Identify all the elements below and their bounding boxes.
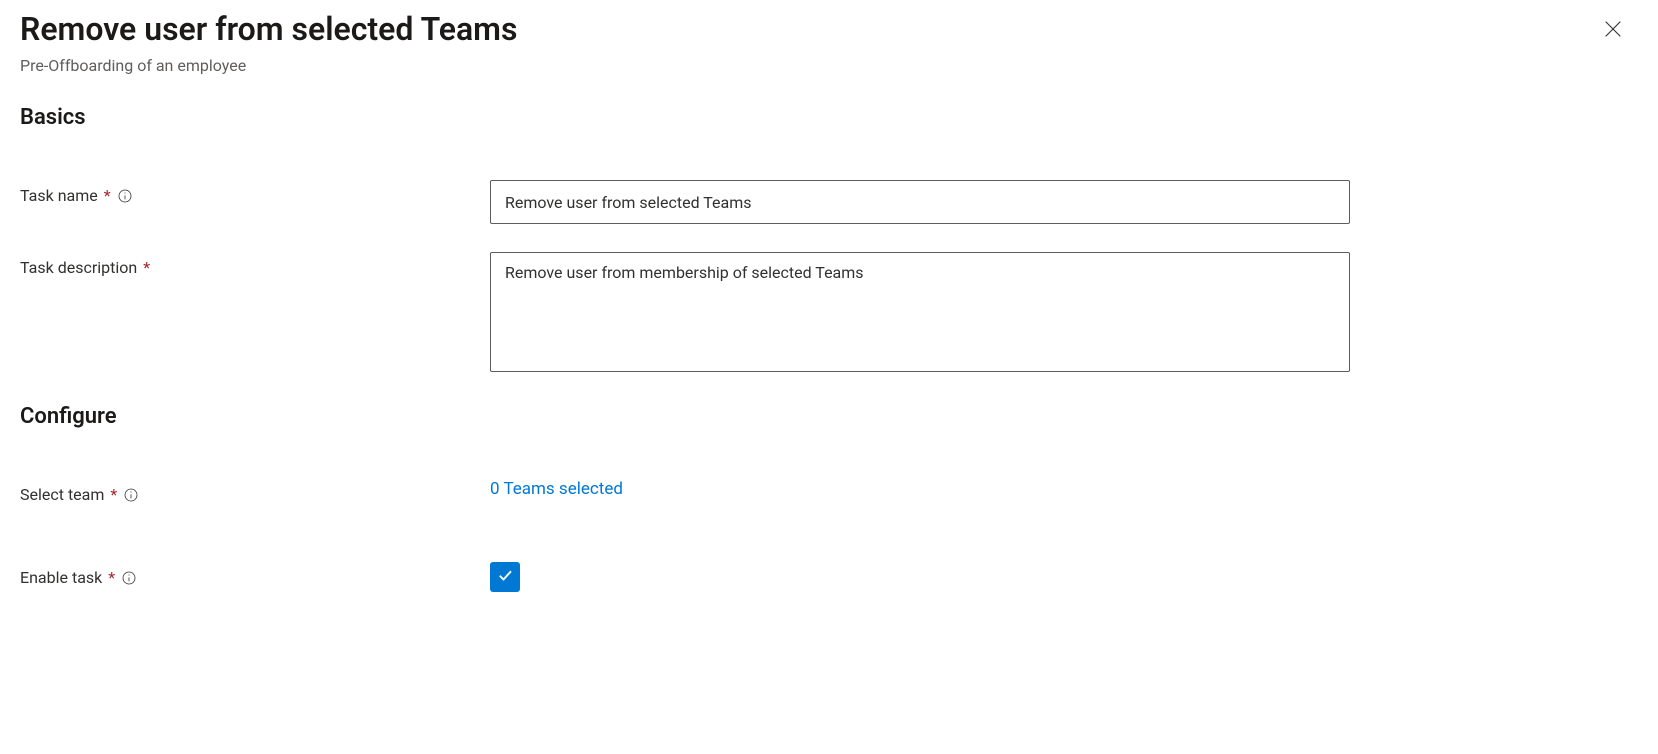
page-subtitle: Pre-Offboarding of an employee	[20, 56, 1598, 75]
panel-header: Remove user from selected Teams Pre-Offb…	[20, 10, 1638, 75]
task-name-control	[490, 180, 1350, 224]
enable-task-label: Enable task	[20, 568, 102, 587]
task-description-label: Task description	[20, 258, 137, 277]
basics-heading: Basics	[20, 105, 1638, 130]
required-marker: *	[104, 186, 111, 205]
checkmark-icon	[496, 566, 514, 588]
enable-task-control	[490, 562, 1350, 592]
required-marker: *	[143, 258, 150, 277]
select-team-row: Select team * 0 Teams selected	[20, 479, 1638, 504]
enable-task-row: Enable task *	[20, 562, 1638, 592]
task-description-input[interactable]: Remove user from membership of selected …	[490, 252, 1350, 372]
select-team-label-wrap: Select team *	[20, 479, 490, 504]
required-marker: *	[108, 568, 115, 587]
close-icon	[1602, 18, 1624, 43]
task-name-row: Task name *	[20, 180, 1638, 224]
enable-task-checkbox[interactable]	[490, 562, 520, 592]
task-name-label: Task name	[20, 186, 98, 205]
info-icon[interactable]	[117, 188, 133, 204]
task-description-control: Remove user from membership of selected …	[490, 252, 1350, 376]
page-title: Remove user from selected Teams	[20, 10, 1598, 48]
select-team-control: 0 Teams selected	[490, 479, 1350, 499]
enable-task-label-wrap: Enable task *	[20, 562, 490, 587]
task-name-input[interactable]	[490, 180, 1350, 224]
required-marker: *	[110, 485, 117, 504]
configure-heading: Configure	[20, 404, 1638, 429]
info-icon[interactable]	[123, 487, 139, 503]
info-icon[interactable]	[121, 570, 137, 586]
task-description-label-wrap: Task description *	[20, 252, 490, 277]
select-team-link[interactable]: 0 Teams selected	[490, 479, 623, 499]
select-team-label: Select team	[20, 485, 104, 504]
close-button[interactable]	[1598, 14, 1628, 47]
task-description-row: Task description * Remove user from memb…	[20, 252, 1638, 376]
task-name-label-wrap: Task name *	[20, 180, 490, 205]
header-text-block: Remove user from selected Teams Pre-Offb…	[20, 10, 1598, 75]
